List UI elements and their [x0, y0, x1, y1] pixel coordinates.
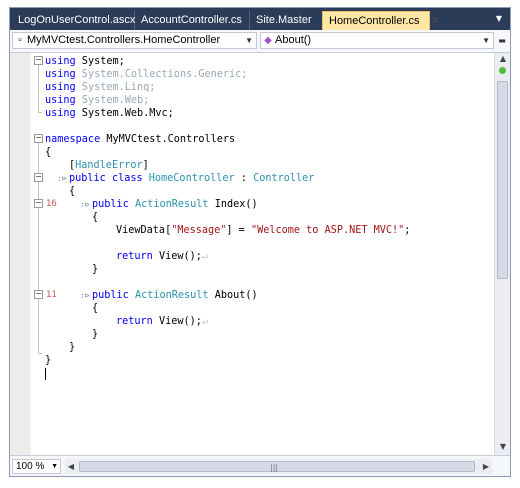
code-line: {	[92, 303, 99, 314]
tab-accountcontroller[interactable]: AccountController.cs	[135, 11, 250, 30]
tab-homecontroller[interactable]: HomeController.cs ✕	[322, 11, 440, 30]
chevron-down-icon: ▼	[245, 36, 253, 45]
code-line: 16 :⊳ public ActionResult Index()	[46, 199, 258, 210]
navigation-bar: ▫ MyMVCtest.Controllers.HomeController ▼ …	[10, 30, 510, 53]
tab-site-master[interactable]: Site.Master	[250, 11, 321, 30]
code-line: using System.Web.Mvc;	[45, 108, 174, 119]
horizontal-scrollbar[interactable]: ◀ ||| ▶	[65, 459, 492, 474]
code-editor[interactable]: − − − − − using System; using System.Col…	[10, 53, 494, 455]
tab-label: AccountController.cs	[141, 14, 242, 26]
grip-icon: |||	[270, 463, 279, 472]
editor-bottom-bar: 100 % ▼ ◀ ||| ▶	[10, 455, 510, 476]
return-glyph-icon: ↵	[201, 251, 209, 262]
member-dropdown[interactable]: ◆ About() ▼	[260, 32, 494, 49]
code-line: {	[45, 147, 52, 158]
status-dot	[499, 67, 506, 74]
class-icon: ▫	[18, 35, 22, 46]
code-line: }	[45, 355, 52, 366]
chevron-down-icon: ▼	[482, 36, 490, 45]
vertical-scrollbar[interactable]: ▲ ▼	[494, 53, 510, 455]
zoom-value: 100 %	[16, 461, 45, 472]
vertical-scroll-thumb[interactable]	[497, 81, 508, 279]
member-dropdown-value: About()	[275, 34, 312, 46]
reference-count: 16	[46, 199, 57, 209]
split-window-icon[interactable]: ▬	[497, 34, 507, 48]
scroll-down-icon[interactable]: ▼	[497, 441, 509, 453]
code-line: {	[69, 186, 76, 197]
codelens-icon: :⊳	[80, 200, 90, 209]
tab-label: HomeController.cs	[329, 15, 420, 27]
code-line: [HandleError]	[69, 160, 149, 171]
type-dropdown[interactable]: ▫ MyMVCtest.Controllers.HomeController ▼	[12, 32, 257, 49]
code-line: using System.Linq;	[45, 82, 156, 93]
codelens-icon: :⊳	[80, 291, 90, 300]
code-line: using System;	[45, 56, 125, 67]
tab-label: Site.Master	[256, 14, 312, 26]
code-line: namespace MyMVCtest.Controllers	[45, 134, 236, 145]
code-line: return View();↵	[116, 251, 209, 262]
code-line: using System.Web;	[45, 95, 150, 106]
return-glyph-icon: ↵	[201, 316, 209, 327]
reference-count: 11	[46, 290, 57, 300]
codelens-icon: :⊳	[57, 174, 67, 183]
method-icon: ◆	[264, 35, 272, 46]
editor-window: LogOnUserControl.ascx AccountController.…	[9, 7, 511, 477]
zoom-dropdown[interactable]: 100 % ▼	[12, 459, 61, 474]
code-line: }	[92, 264, 99, 275]
code-line: :⊳ public class HomeController : Control…	[57, 173, 315, 184]
code-line: ViewData["Message"] = "Welcome to ASP.NE…	[116, 225, 411, 236]
type-dropdown-value: MyMVCtest.Controllers.HomeController	[27, 34, 221, 46]
close-tab-icon[interactable]: ✕	[431, 12, 440, 31]
code-line: }	[92, 329, 99, 340]
horizontal-scroll-thumb[interactable]: |||	[79, 461, 475, 472]
chevron-down-icon: ▼	[51, 463, 58, 470]
tab-overflow-icon[interactable]: ▼	[493, 13, 505, 25]
code-line: {	[92, 212, 99, 223]
scroll-left-icon[interactable]: ◀	[65, 459, 77, 474]
scroll-up-icon[interactable]: ▲	[497, 53, 509, 65]
code-line: return View();↵	[116, 316, 209, 327]
document-tab-strip: LogOnUserControl.ascx AccountController.…	[10, 8, 510, 30]
tab-label: LogOnUserControl.ascx	[18, 14, 136, 26]
code-line: }	[69, 342, 76, 353]
code-line: using System.Collections.Generic;	[45, 69, 248, 80]
code-line: 11 :⊳ public ActionResult About()	[46, 290, 258, 301]
scroll-right-icon[interactable]: ▶	[480, 459, 492, 474]
tab-logonusercontrol[interactable]: LogOnUserControl.ascx	[12, 11, 135, 30]
text-caret	[45, 368, 46, 380]
